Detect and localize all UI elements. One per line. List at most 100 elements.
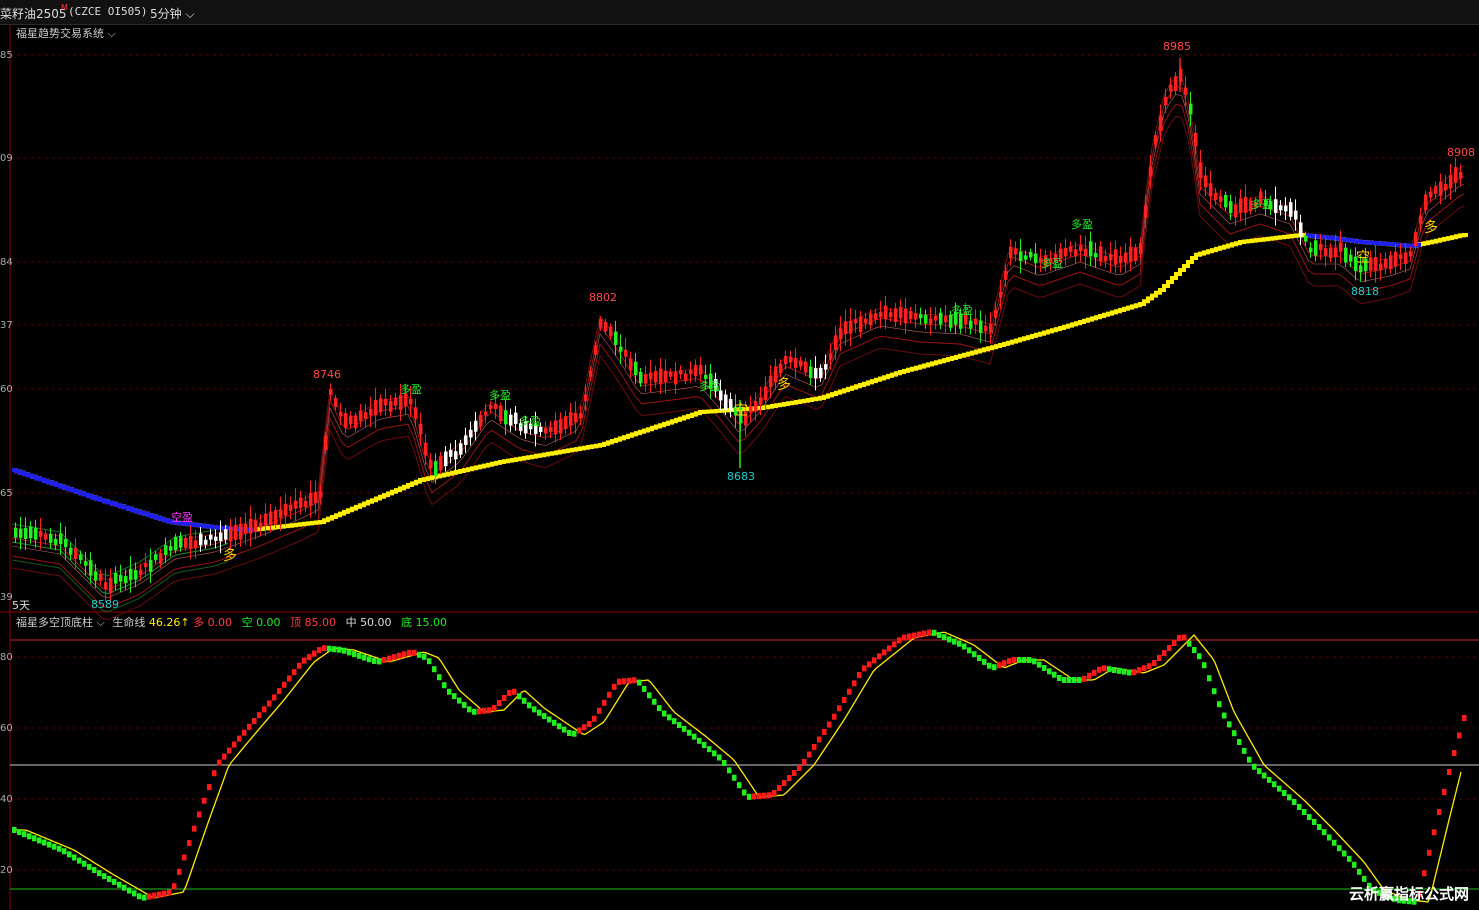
candle — [434, 461, 438, 477]
candle — [1134, 247, 1138, 262]
oscillator-bar — [1007, 658, 1012, 665]
oscillator-bar — [432, 666, 437, 673]
candle — [369, 408, 373, 416]
oscillator-bar — [622, 678, 627, 685]
oscillator-bar — [477, 708, 482, 715]
oscillator-bar — [1092, 669, 1097, 676]
oscillator-bar — [352, 651, 357, 658]
candle — [1124, 252, 1128, 263]
candle — [809, 366, 813, 378]
oscillator-bar — [702, 742, 707, 748]
oscillator-bar — [852, 680, 857, 687]
oscillator-bar — [367, 656, 372, 663]
oscillator-bar — [722, 759, 727, 766]
oscillator-bar — [732, 774, 737, 781]
oscillator-bar — [967, 647, 972, 654]
trend-band-line — [11, 85, 1465, 591]
candle — [1204, 175, 1208, 188]
oscillator-bar — [242, 729, 247, 736]
oscillator-bar — [327, 645, 332, 652]
oscillator-bar — [107, 876, 112, 883]
candle — [194, 540, 198, 549]
oscillator-bar — [172, 883, 177, 890]
oscillator-bar — [57, 845, 62, 852]
candle — [1109, 253, 1113, 261]
candle — [219, 532, 223, 542]
oscillator-bar — [1002, 660, 1007, 667]
oscillator-bar — [237, 735, 242, 742]
chart-canvas[interactable] — [0, 0, 1479, 910]
candle — [474, 420, 478, 432]
candle — [799, 360, 803, 367]
candle — [1449, 175, 1453, 189]
candle — [894, 308, 898, 323]
oscillator-bar — [52, 843, 57, 850]
candle — [1244, 196, 1248, 213]
oscillator-bar — [232, 741, 237, 748]
candle — [624, 349, 628, 357]
oscillator-bar — [302, 657, 307, 664]
oscillator-bar — [392, 654, 397, 661]
period-selector[interactable]: 5分钟 ⌵ — [150, 5, 195, 22]
main-indicator-selector[interactable]: 福星趋势交易系统 ⌵ — [16, 25, 116, 41]
candle — [239, 523, 243, 540]
candle — [354, 415, 358, 429]
candle — [674, 371, 678, 385]
bottom-label: 底 — [401, 616, 413, 629]
main-axis-label: 85 — [0, 50, 13, 61]
candle — [844, 321, 848, 334]
candle — [334, 398, 338, 407]
oscillator-bar — [1347, 855, 1352, 862]
candle — [79, 554, 83, 561]
candle — [184, 538, 188, 548]
oscillator-bar — [32, 835, 37, 842]
candle — [599, 319, 603, 328]
oscillator-bar — [922, 630, 927, 637]
candle — [1139, 242, 1143, 255]
candle — [229, 526, 233, 542]
oscillator-bar — [222, 753, 227, 760]
candle — [854, 319, 858, 324]
oscillator-bar — [92, 867, 97, 873]
candle — [89, 560, 93, 576]
candle — [784, 355, 788, 365]
symbol-name[interactable]: 菜籽油2505 — [0, 5, 67, 22]
oscillator-bar — [587, 720, 592, 727]
candle — [1389, 255, 1393, 270]
oscillator-bar — [1152, 660, 1157, 666]
trend-band-line — [11, 75, 1465, 581]
oscillator-bar — [272, 694, 277, 701]
long-signal: 多 — [223, 548, 237, 564]
candle — [779, 363, 783, 374]
candle — [1009, 246, 1013, 259]
oscillator-bar — [1022, 657, 1027, 663]
oscillator-bar — [537, 709, 542, 716]
oscillator-bar — [527, 702, 532, 709]
oscillator-bar — [572, 730, 577, 737]
candle — [604, 321, 608, 332]
candle — [1304, 235, 1308, 242]
candle — [1439, 181, 1443, 196]
oscillator-bar — [842, 697, 847, 703]
candle — [1069, 246, 1073, 252]
oscillator-bar — [917, 631, 922, 638]
candle — [1239, 198, 1243, 213]
candle — [444, 451, 448, 467]
oscillator-bar — [667, 714, 672, 721]
top-value: 85.00 — [304, 616, 337, 629]
candle — [549, 426, 553, 433]
candle — [344, 413, 348, 428]
oscillator-bar — [277, 688, 282, 695]
candle — [1229, 201, 1233, 214]
oscillator-bar — [142, 894, 147, 901]
oscillator-bar — [927, 629, 932, 636]
oscillator-bar — [1212, 688, 1217, 695]
oscillator-bar — [532, 706, 537, 713]
oscillator-bar — [82, 860, 87, 867]
candle — [1374, 257, 1378, 271]
candle — [1209, 183, 1213, 197]
oscillator-bar — [512, 688, 517, 695]
sub-indicator-selector[interactable]: 福星多空顶底柱 ⌵ — [16, 616, 105, 629]
candle — [1399, 254, 1403, 259]
candle — [1019, 251, 1023, 262]
